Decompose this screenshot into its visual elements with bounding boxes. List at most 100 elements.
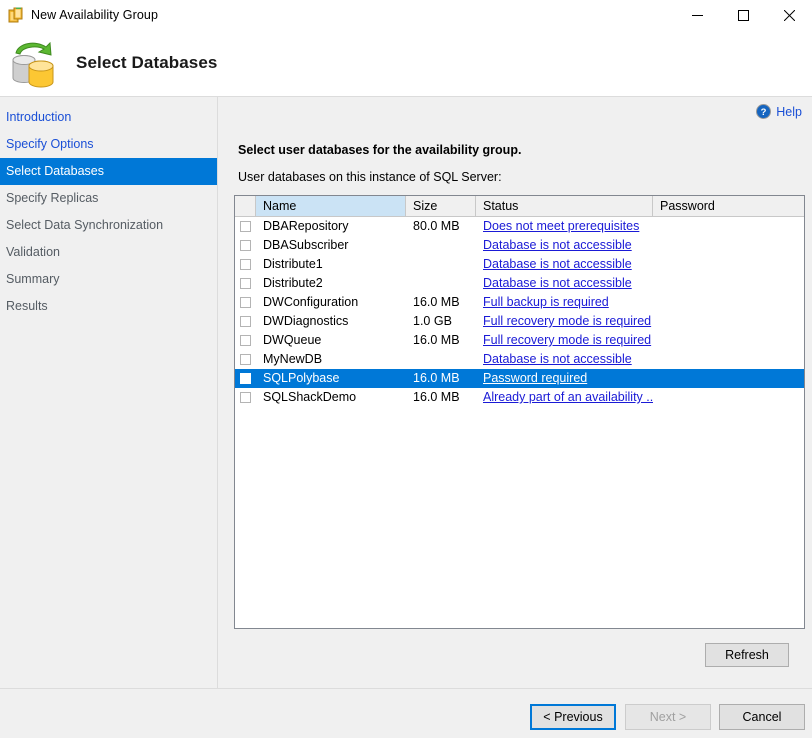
sidebar-item-introduction[interactable]: Introduction — [0, 104, 217, 131]
status-link[interactable]: Database is not accessible — [483, 276, 632, 290]
cell-status: Full backup is required — [476, 293, 653, 312]
column-header-password[interactable]: Password — [653, 196, 804, 216]
status-link[interactable]: Full recovery mode is required — [483, 314, 651, 328]
sidebar-item-validation: Validation — [0, 239, 217, 266]
close-icon[interactable] — [766, 0, 812, 30]
row-select-checkbox[interactable] — [235, 335, 256, 346]
help-circle-icon: ? — [756, 104, 771, 119]
table-row[interactable]: DWConfiguration16.0 MB Full backup is req… — [235, 293, 804, 312]
cell-name: Distribute1 — [256, 255, 406, 274]
checkbox-icon — [240, 240, 251, 251]
table-row[interactable]: Distribute1 Database is not accessible — [235, 255, 804, 274]
checkbox-icon — [240, 316, 251, 327]
column-header-name[interactable]: Name — [256, 196, 406, 216]
cell-size: 80.0 MB — [406, 217, 476, 236]
wizard-steps-sidebar: Introduction Specify Options Select Data… — [0, 97, 218, 737]
row-select-checkbox[interactable] — [235, 316, 256, 327]
status-link[interactable]: Does not meet prerequisites — [483, 219, 639, 233]
table-row[interactable]: SQLShackDemo16.0 MBAlready part of an av… — [235, 388, 804, 407]
cell-name: Distribute2 — [256, 274, 406, 293]
status-link[interactable]: Database is not accessible — [483, 257, 632, 271]
cell-status: Password required — [476, 369, 653, 388]
help-label: Help — [776, 105, 802, 119]
body-container: Introduction Specify Options Select Data… — [0, 97, 812, 737]
table-row[interactable]: DBARepository80.0 MB Does not meet prereq… — [235, 217, 804, 236]
window-controls — [674, 0, 812, 30]
row-select-checkbox[interactable] — [235, 392, 256, 403]
window-title: New Availability Group — [31, 8, 158, 22]
status-link[interactable]: Database is not accessible — [483, 238, 632, 252]
cell-name: DBARepository — [256, 217, 406, 236]
instruction-primary: Select user databases for the availabili… — [238, 143, 521, 157]
checkbox-icon — [240, 335, 251, 346]
sidebar-item-results: Results — [0, 293, 217, 320]
checkbox-icon — [240, 297, 251, 308]
row-select-checkbox[interactable] — [235, 278, 256, 289]
checkbox-icon — [240, 278, 251, 289]
cell-size: 16.0 MB — [406, 331, 476, 350]
title-bar: New Availability Group — [0, 0, 812, 30]
row-select-checkbox[interactable] — [235, 221, 256, 232]
column-header-status[interactable]: Status — [476, 196, 653, 216]
cell-name: DWConfiguration — [256, 293, 406, 312]
database-sync-icon — [6, 37, 62, 89]
checkbox-icon — [240, 221, 251, 232]
sidebar-item-select-databases[interactable]: Select Databases — [0, 158, 217, 185]
wizard-footer: < Previous Next > Cancel — [0, 688, 812, 738]
table-row[interactable]: Distribute2 Database is not accessible — [235, 274, 804, 293]
instruction-secondary: User databases on this instance of SQL S… — [238, 170, 502, 184]
minimize-icon[interactable] — [674, 0, 720, 30]
cell-name: SQLPolybase — [256, 369, 406, 388]
cell-status: Database is not accessible — [476, 236, 653, 255]
cell-size: 16.0 MB — [406, 293, 476, 312]
maximize-icon[interactable] — [720, 0, 766, 30]
column-header-size[interactable]: Size — [406, 196, 476, 216]
table-row[interactable]: MyNewDB Database is not accessible — [235, 350, 804, 369]
row-select-checkbox[interactable] — [235, 354, 256, 365]
table-row[interactable]: SQLPolybase16.0 MB Password required — [235, 369, 804, 388]
sidebar-item-summary: Summary — [0, 266, 217, 293]
cell-name: DWQueue — [256, 331, 406, 350]
status-link[interactable]: Database is not accessible — [483, 352, 632, 366]
cell-status: Full recovery mode is required — [476, 331, 653, 350]
checkbox-icon — [240, 354, 251, 365]
column-header-select[interactable] — [235, 196, 256, 216]
cancel-button[interactable]: Cancel — [719, 704, 805, 730]
help-link[interactable]: ? Help — [756, 104, 802, 119]
svg-text:?: ? — [761, 107, 767, 118]
table-row[interactable]: DWDiagnostics1.0 GBFull recovery mode is… — [235, 312, 804, 331]
cell-status: Database is not accessible — [476, 350, 653, 369]
previous-button[interactable]: < Previous — [530, 704, 616, 730]
sidebar-item-specify-options[interactable]: Specify Options — [0, 131, 217, 158]
page-header-banner: Select Databases — [0, 30, 812, 97]
row-select-checkbox[interactable] — [235, 373, 256, 384]
row-select-checkbox[interactable] — [235, 259, 256, 270]
cell-status: Database is not accessible — [476, 274, 653, 293]
table-row[interactable]: DBASubscriber Database is not accessible — [235, 236, 804, 255]
status-link[interactable]: Already part of an availability ... — [483, 390, 653, 404]
cell-name: MyNewDB — [256, 350, 406, 369]
availability-group-icon — [8, 7, 24, 23]
cell-name: SQLShackDemo — [256, 388, 406, 407]
cell-size: 1.0 GB — [406, 312, 476, 331]
status-link[interactable]: Full recovery mode is required — [483, 333, 651, 347]
table-row[interactable]: DWQueue16.0 MB Full recovery mode is requ… — [235, 331, 804, 350]
main-content-panel: ? Help Select user databases for the ava… — [218, 97, 812, 737]
sidebar-item-specify-replicas: Specify Replicas — [0, 185, 217, 212]
status-link[interactable]: Password required — [483, 371, 587, 385]
next-button: Next > — [625, 704, 711, 730]
grid-body: DBARepository80.0 MB Does not meet prereq… — [235, 217, 804, 407]
refresh-button[interactable]: Refresh — [705, 643, 789, 667]
cell-name: DBASubscriber — [256, 236, 406, 255]
page-title: Select Databases — [76, 53, 217, 73]
row-select-checkbox[interactable] — [235, 240, 256, 251]
cell-size: 16.0 MB — [406, 369, 476, 388]
checkbox-icon — [240, 259, 251, 270]
checkbox-icon — [240, 373, 251, 384]
cell-status: Database is not accessible — [476, 255, 653, 274]
status-link[interactable]: Full backup is required — [483, 295, 609, 309]
databases-grid[interactable]: Name Size Status Password DBARepository8… — [234, 195, 805, 629]
grid-header-row: Name Size Status Password — [235, 196, 804, 217]
cell-status: Full recovery mode is required — [476, 312, 653, 331]
row-select-checkbox[interactable] — [235, 297, 256, 308]
